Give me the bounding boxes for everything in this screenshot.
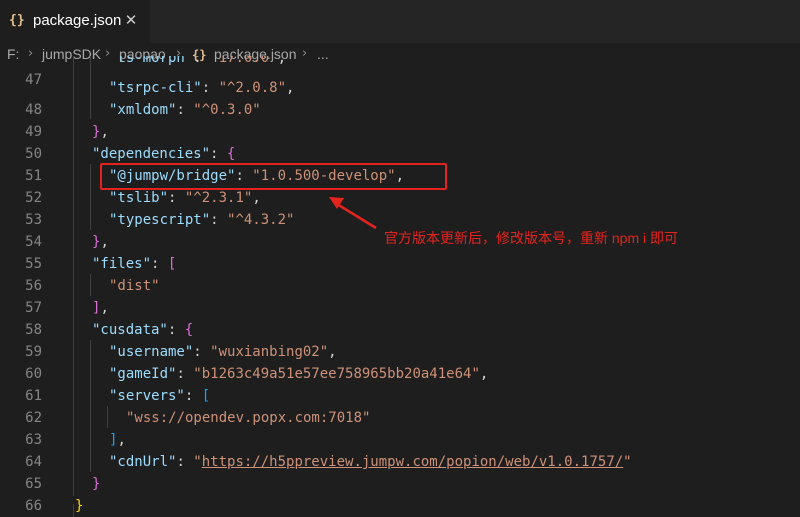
annotation-note: 官方版本更新后，修改版本号，重新 npm i 即可 bbox=[384, 230, 679, 246]
annotation-arrow-icon bbox=[329, 197, 377, 230]
